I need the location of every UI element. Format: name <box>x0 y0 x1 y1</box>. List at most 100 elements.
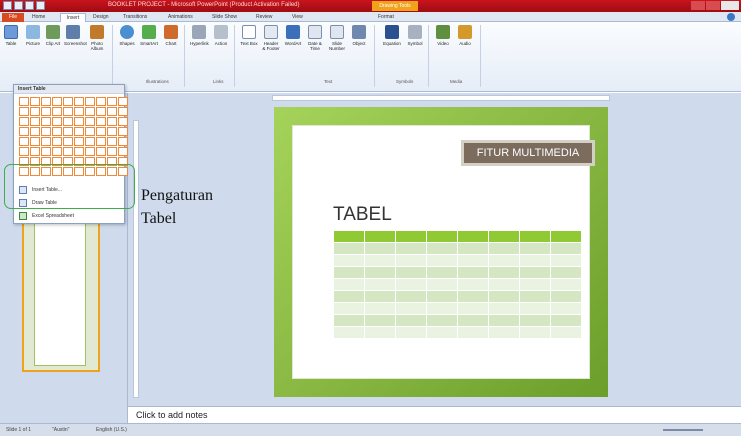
table-grid-cell[interactable] <box>19 137 29 146</box>
table-grid-cell[interactable] <box>63 127 73 136</box>
date-time-button[interactable]: Date & Time <box>306 25 324 51</box>
help-icon[interactable] <box>727 13 735 21</box>
table-grid-cell[interactable] <box>41 107 51 116</box>
table-grid-cell[interactable] <box>118 127 128 136</box>
minimize-button[interactable] <box>691 1 705 10</box>
tab-format[interactable]: Format <box>378 13 394 22</box>
table-grid-cell[interactable] <box>118 117 128 126</box>
table-grid-cell[interactable] <box>63 107 73 116</box>
table-grid-cell[interactable] <box>96 147 106 156</box>
slide-table[interactable] <box>333 230 582 339</box>
table-grid-cell[interactable] <box>41 117 51 126</box>
table-grid-cell[interactable] <box>30 147 40 156</box>
table-grid-cell[interactable] <box>41 97 51 106</box>
tab-review[interactable]: Review <box>256 13 272 22</box>
close-button[interactable] <box>721 1 739 10</box>
table-grid-cell[interactable] <box>19 107 29 116</box>
table-grid-cell[interactable] <box>118 147 128 156</box>
table-grid-cell[interactable] <box>118 97 128 106</box>
table-grid-cell[interactable] <box>96 127 106 136</box>
table-grid-cell[interactable] <box>107 147 117 156</box>
table-grid-cell[interactable] <box>19 117 29 126</box>
equation-button[interactable]: Equation <box>382 25 402 46</box>
tab-home[interactable]: Home <box>32 13 45 22</box>
table-grid-cell[interactable] <box>52 147 62 156</box>
clipart-button[interactable]: Clip Art <box>44 25 62 46</box>
table-grid-cell[interactable] <box>63 137 73 146</box>
table-grid-cell[interactable] <box>107 117 117 126</box>
table-grid-cell[interactable] <box>96 107 106 116</box>
table-grid-cell[interactable] <box>19 147 29 156</box>
tab-file[interactable]: File <box>2 13 24 22</box>
table-grid-cell[interactable] <box>19 97 29 106</box>
maximize-button[interactable] <box>706 1 720 10</box>
tab-design[interactable]: Design <box>93 13 109 22</box>
tab-view[interactable]: View <box>292 13 303 22</box>
table-grid-cell[interactable] <box>52 137 62 146</box>
table-grid-cell[interactable] <box>85 147 95 156</box>
table-grid-cell[interactable] <box>41 127 51 136</box>
slide-tag[interactable]: FITUR MULTIMEDIA <box>461 140 595 166</box>
table-grid-cell[interactable] <box>30 127 40 136</box>
table-grid-cell[interactable] <box>63 117 73 126</box>
table-grid-cell[interactable] <box>85 127 95 136</box>
table-grid-cell[interactable] <box>85 107 95 116</box>
tab-animations[interactable]: Animations <box>168 13 193 22</box>
table-grid-cell[interactable] <box>74 107 84 116</box>
table-grid-cell[interactable] <box>85 137 95 146</box>
save-icon[interactable] <box>14 1 23 10</box>
table-grid-cell[interactable] <box>107 137 117 146</box>
table-grid-cell[interactable] <box>96 97 106 106</box>
hyperlink-button[interactable]: Hyperlink <box>190 25 209 46</box>
tab-transitions[interactable]: Transitions <box>123 13 147 22</box>
table-grid-cell[interactable] <box>96 137 106 146</box>
table-grid-cell[interactable] <box>107 97 117 106</box>
redo-icon[interactable] <box>36 1 45 10</box>
table-grid-cell[interactable] <box>52 127 62 136</box>
app-icon[interactable] <box>3 1 12 10</box>
slide-title[interactable]: TABEL <box>333 204 392 226</box>
tab-slide-show[interactable]: Slide Show <box>212 13 237 22</box>
video-button[interactable]: Video <box>434 25 452 46</box>
table-grid-cell[interactable] <box>41 137 51 146</box>
header-footer-button[interactable]: Header & Footer <box>262 25 280 51</box>
table-grid-cell[interactable] <box>19 127 29 136</box>
audio-button[interactable]: Audio <box>456 25 474 46</box>
textbox-button[interactable]: Text Box <box>240 25 258 46</box>
table-button[interactable]: Table <box>2 25 20 46</box>
table-grid-cell[interactable] <box>52 117 62 126</box>
slide-canvas[interactable]: FITUR MULTIMEDIA TABEL <box>274 107 608 397</box>
table-grid-cell[interactable] <box>118 107 128 116</box>
table-grid-cell[interactable] <box>107 107 117 116</box>
picture-button[interactable]: Picture <box>24 25 42 46</box>
table-grid-cell[interactable] <box>107 127 117 136</box>
table-grid-cell[interactable] <box>52 107 62 116</box>
table-grid-cell[interactable] <box>30 97 40 106</box>
excel-spreadsheet-menu-item[interactable]: Excel Spreadsheet <box>19 211 74 221</box>
notes-pane[interactable]: Click to add notes <box>128 406 741 423</box>
table-grid-cell[interactable] <box>41 147 51 156</box>
tab-insert[interactable]: Insert <box>60 13 86 22</box>
table-grid-cell[interactable] <box>30 137 40 146</box>
screenshot-button[interactable]: Screenshot <box>64 25 87 46</box>
table-grid-cell[interactable] <box>74 137 84 146</box>
table-grid-cell[interactable] <box>74 97 84 106</box>
table-grid-cell[interactable] <box>30 117 40 126</box>
table-grid-cell[interactable] <box>118 137 128 146</box>
shapes-button[interactable]: Shapes <box>118 25 136 46</box>
table-grid-cell[interactable] <box>85 117 95 126</box>
table-grid-cell[interactable] <box>74 127 84 136</box>
zoom-slider[interactable] <box>663 429 703 431</box>
action-button[interactable]: Action <box>212 25 230 46</box>
table-grid-cell[interactable] <box>52 97 62 106</box>
undo-icon[interactable] <box>25 1 34 10</box>
wordart-button[interactable]: WordArt <box>284 25 302 46</box>
table-grid-cell[interactable] <box>74 117 84 126</box>
photo-album-button[interactable]: Photo Album <box>88 25 106 51</box>
table-grid-cell[interactable] <box>74 147 84 156</box>
table-grid-cell[interactable] <box>63 97 73 106</box>
object-button[interactable]: Object <box>350 25 368 46</box>
table-grid-cell[interactable] <box>30 107 40 116</box>
smartart-button[interactable]: SmartArt <box>140 25 158 46</box>
table-grid-cell[interactable] <box>85 97 95 106</box>
